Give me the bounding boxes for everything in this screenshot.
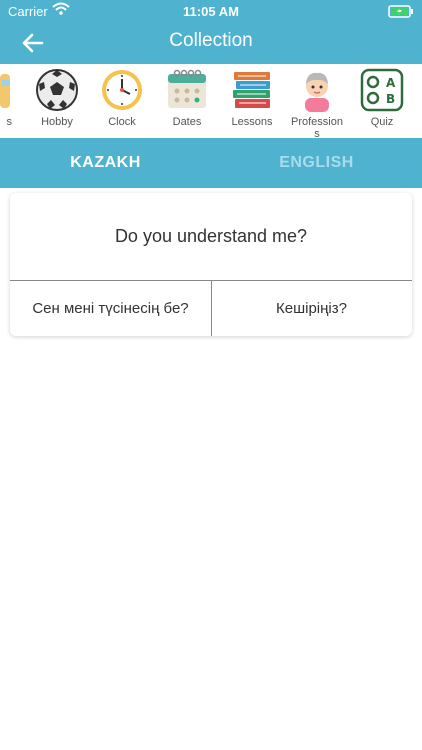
partial-icon	[0, 68, 10, 112]
category-item-dates[interactable]: Dates	[157, 68, 217, 128]
status-time: 11:05 AM	[183, 4, 239, 19]
clock-icon	[100, 68, 144, 112]
battery-icon	[388, 5, 414, 21]
status-bar: Carrier 11:05 AM	[0, 0, 422, 22]
category-label: Lessons	[231, 116, 273, 128]
answer-option-1[interactable]: Сен мені түсінесің бе?	[10, 281, 211, 336]
tab-kazakh[interactable]: KAZAKH	[0, 138, 211, 188]
top-bar: Carrier 11:05 AM Collection	[0, 0, 422, 64]
category-item-professions[interactable]: Profession s	[287, 68, 347, 138]
category-label: s	[6, 116, 13, 128]
quiz-card: Do you understand me? Сен мені түсінесің…	[10, 193, 412, 336]
language-tabs: KAZAKH ENGLISH	[0, 138, 422, 188]
soccer-ball-icon	[35, 68, 79, 112]
category-label: Quiz	[370, 116, 394, 128]
svg-text:B: B	[386, 92, 395, 106]
category-strip[interactable]: s Hobby Clock Dates Lessons Profession s…	[0, 64, 422, 138]
category-item-partial[interactable]: s	[0, 68, 18, 128]
quiz-icon: A B	[360, 68, 404, 112]
page-title: Collection	[169, 30, 253, 51]
category-label: Dates	[172, 116, 202, 128]
question-text: Do you understand me?	[114, 226, 308, 246]
tab-english[interactable]: ENGLISH	[211, 138, 422, 188]
category-item-lessons[interactable]: Lessons	[222, 68, 282, 128]
category-item-clock[interactable]: Clock	[92, 68, 152, 128]
category-label: Hobby	[41, 116, 73, 128]
calendar-icon	[165, 68, 209, 112]
category-item-quiz[interactable]: A B Quiz	[352, 68, 412, 128]
category-item-hobby[interactable]: Hobby	[27, 68, 87, 128]
person-icon	[295, 68, 339, 112]
books-icon	[230, 68, 274, 112]
category-label: Profession s	[291, 116, 343, 138]
category-label: Clock	[108, 116, 136, 128]
answer-option-2[interactable]: Кешіріңіз?	[211, 281, 412, 336]
svg-text:A: A	[386, 76, 396, 90]
